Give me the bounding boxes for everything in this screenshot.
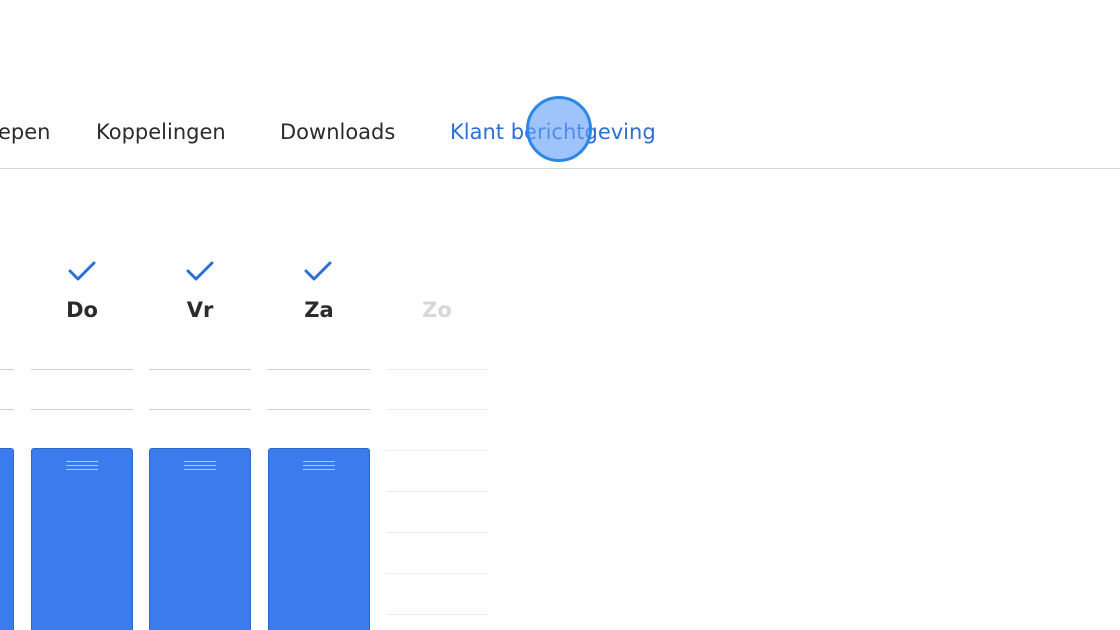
drag-handle-icon[interactable]	[66, 461, 98, 473]
check-icon	[186, 261, 214, 281]
grid-line	[386, 532, 488, 533]
grid-line	[386, 614, 488, 615]
tab-koppelingen[interactable]: Koppelingen	[96, 118, 226, 146]
grid-line	[386, 450, 488, 451]
grid-line	[268, 369, 370, 370]
day-label-vr[interactable]: Vr	[149, 298, 251, 322]
time-block-partial[interactable]	[0, 448, 14, 630]
grid-line	[0, 369, 14, 370]
grid-line	[149, 409, 251, 410]
day-label-za[interactable]: Za	[268, 298, 370, 322]
grid-line	[386, 573, 488, 574]
time-block-do[interactable]	[31, 448, 133, 630]
grid-line	[386, 491, 488, 492]
click-indicator	[526, 96, 592, 162]
grid-line	[31, 369, 133, 370]
time-block-za[interactable]	[268, 448, 370, 630]
tab-previous-partial[interactable]: epen	[0, 118, 50, 146]
time-block-vr[interactable]	[149, 448, 251, 630]
check-icon	[304, 261, 332, 281]
grid-line	[386, 409, 488, 410]
check-icon	[68, 261, 96, 281]
drag-handle-icon[interactable]	[303, 461, 335, 473]
drag-handle-icon[interactable]	[184, 461, 216, 473]
day-label-zo[interactable]: Zo	[386, 298, 488, 322]
schedule-page: epen Koppelingen Downloads Klant bericht…	[0, 0, 1120, 630]
grid-line	[149, 369, 251, 370]
grid-line	[268, 409, 370, 410]
tab-downloads[interactable]: Downloads	[280, 118, 395, 146]
grid-line	[0, 409, 14, 410]
grid-line	[386, 369, 488, 370]
day-label-do[interactable]: Do	[31, 298, 133, 322]
grid-line	[31, 409, 133, 410]
